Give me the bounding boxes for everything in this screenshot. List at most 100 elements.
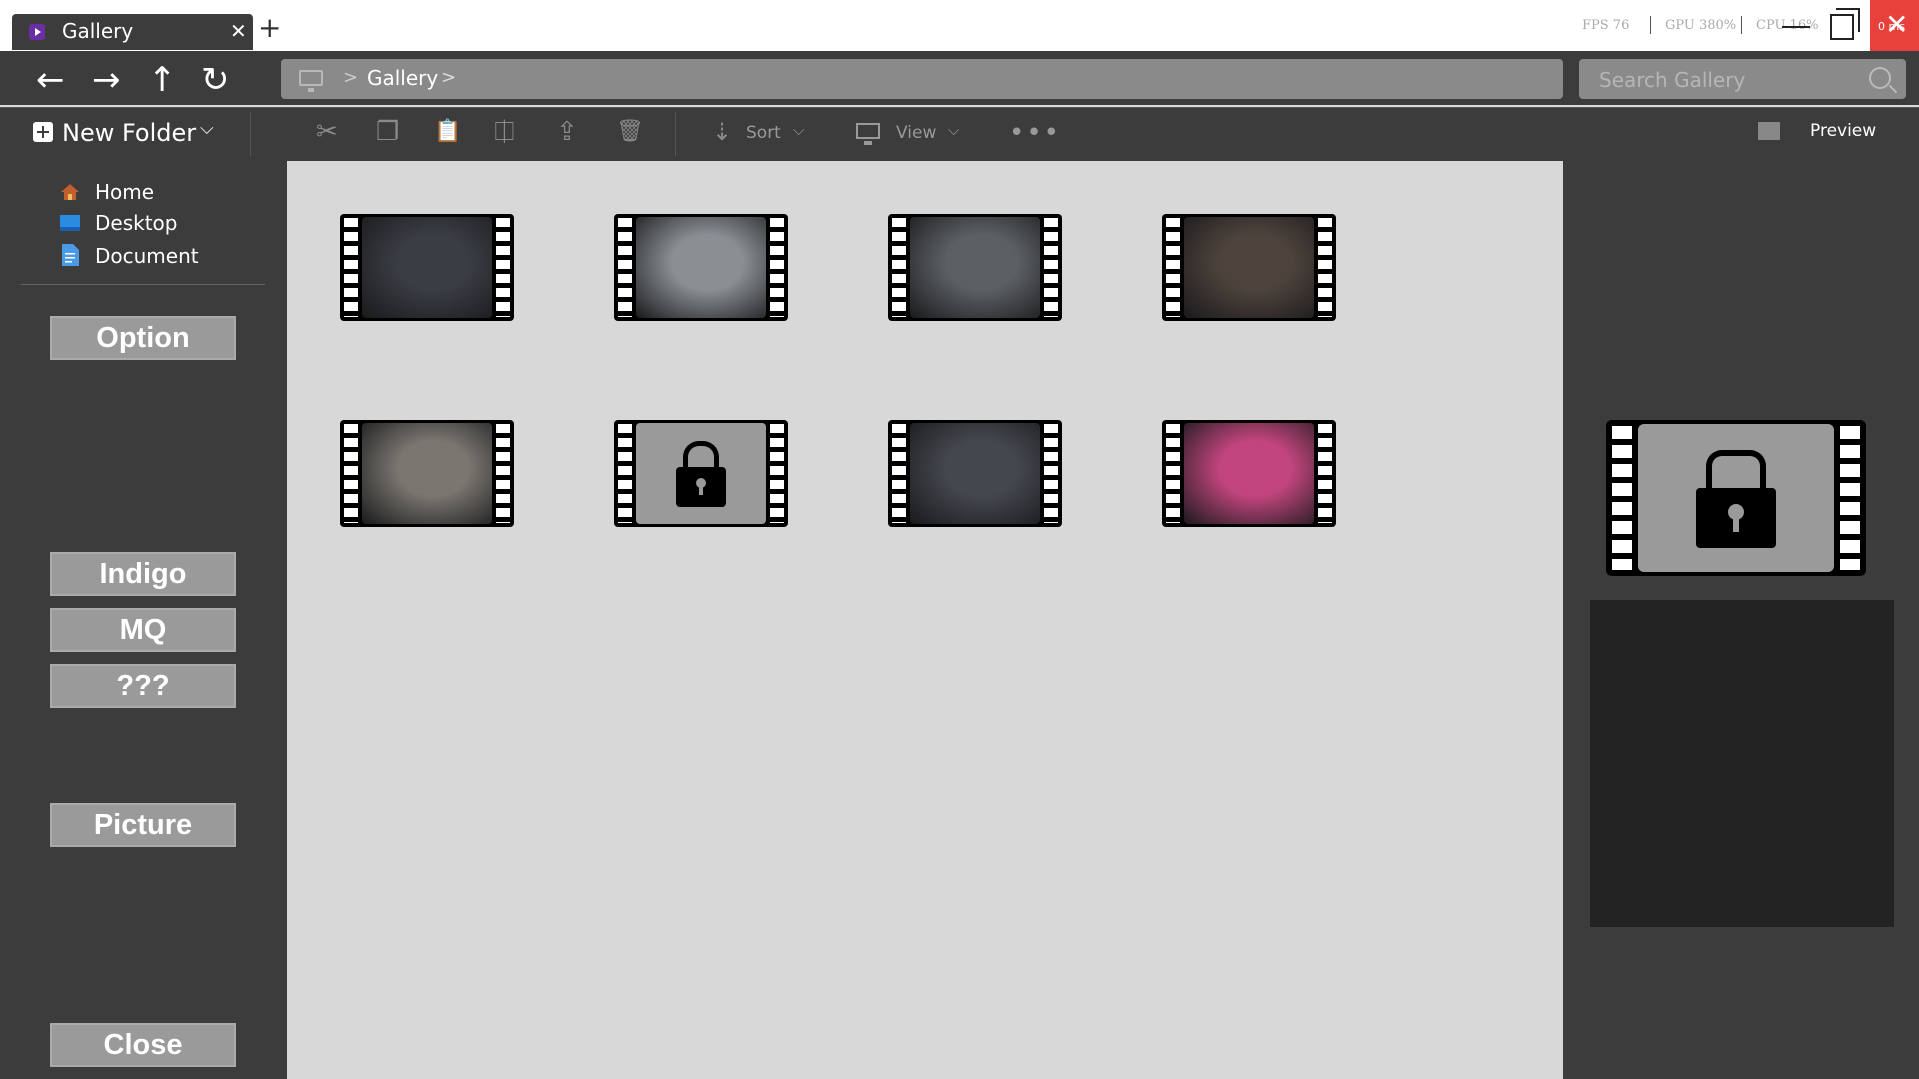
film-perforations [1044, 218, 1058, 317]
film-perforations [618, 424, 632, 523]
film-perforations [892, 218, 906, 317]
preview-thumbnail [1606, 420, 1866, 576]
lock-body [1696, 488, 1776, 548]
frame-time: 0 ms [1878, 20, 1905, 33]
breadcrumb[interactable]: > Gallery > [281, 59, 1563, 99]
gallery-thumbnail[interactable] [340, 420, 514, 527]
preview-image [1638, 424, 1834, 572]
more-options-icon[interactable]: ••• [1009, 118, 1061, 148]
close-button[interactable]: Close [50, 1023, 236, 1067]
search-box[interactable] [1579, 59, 1906, 99]
gallery-thumbnail[interactable] [1162, 420, 1336, 527]
film-perforations [496, 424, 510, 523]
up-button[interactable]: ↑ [148, 60, 177, 100]
toolbar-divider [250, 112, 251, 156]
option-button[interactable]: Option [50, 316, 236, 360]
title-bar [0, 0, 1919, 51]
thumbnail-image [910, 423, 1040, 524]
film-perforations [1166, 218, 1180, 317]
sort-icon[interactable]: ⇣ [712, 118, 732, 146]
chevron-down-icon[interactable]: ⌵ [200, 118, 214, 139]
picture-button[interactable]: Picture [50, 803, 236, 847]
toolbar-divider [675, 112, 676, 156]
chevron-down-icon[interactable]: ⌵ [793, 121, 804, 139]
film-perforations [1612, 426, 1632, 570]
film-perforations [1318, 218, 1332, 317]
gallery-thumbnail[interactable] [614, 214, 788, 321]
lock-body [676, 467, 726, 507]
breadcrumb-separator: > [441, 67, 457, 88]
thumbnail-image [362, 423, 492, 524]
sort-button[interactable]: Sort [746, 123, 781, 143]
monitor-icon[interactable] [856, 123, 880, 145]
delete-icon[interactable]: 🗑 [616, 118, 644, 146]
fps-counter: FPS 76 [1582, 18, 1630, 33]
toolbar [0, 107, 1919, 161]
thumbnail-image [362, 217, 492, 318]
cut-icon[interactable]: ✂ [316, 118, 338, 146]
film-perforations [1166, 424, 1180, 523]
film-perforations [1318, 424, 1332, 523]
preview-pane-icon[interactable] [1758, 122, 1780, 140]
rename-icon[interactable]: ⎅ [494, 118, 515, 146]
gallery-thumbnail[interactable] [1162, 214, 1336, 321]
tab-close-icon[interactable]: ✕ [230, 20, 247, 42]
stat-divider [1650, 16, 1651, 34]
forward-button[interactable]: → [92, 60, 121, 100]
tab-gallery[interactable]: Gallery ✕ [12, 14, 253, 50]
film-perforations [344, 424, 358, 523]
gallery-thumbnail[interactable] [340, 214, 514, 321]
preview-toggle[interactable]: Preview [1810, 121, 1876, 141]
plus-icon[interactable] [33, 122, 53, 142]
video-app-icon [29, 24, 45, 40]
thumbnail-image [1184, 217, 1314, 318]
breadcrumb-separator: > [343, 67, 359, 88]
indigo-button[interactable]: Indigo [50, 552, 236, 596]
new-tab-button[interactable]: + [258, 14, 281, 42]
thumbnail-image [1184, 423, 1314, 524]
back-button[interactable]: ← [36, 60, 65, 100]
preview-details-area [1590, 600, 1894, 927]
film-perforations [618, 218, 632, 317]
refresh-button[interactable]: ↻ [201, 60, 230, 100]
document-icon [60, 244, 80, 266]
thumbnail-image [910, 217, 1040, 318]
film-perforations [344, 218, 358, 317]
home-icon [60, 183, 80, 201]
sidebar-item-home[interactable]: Home [95, 180, 154, 204]
sidebar-item-desktop[interactable]: Desktop [95, 211, 177, 235]
thumbnail-image [636, 217, 766, 318]
locked-thumbnail-image [636, 423, 766, 524]
gpu-counter: GPU 380% [1665, 18, 1737, 33]
film-perforations [1840, 426, 1860, 570]
gallery-thumbnail[interactable] [888, 214, 1062, 321]
gallery-thumbnail[interactable] [614, 420, 788, 527]
keyhole-stem [1733, 514, 1739, 532]
sidebar-divider [21, 284, 265, 285]
share-icon[interactable]: ⇪ [556, 118, 578, 146]
stat-divider [1741, 16, 1742, 34]
minimize-button[interactable] [1782, 26, 1810, 28]
desktop-icon [60, 214, 80, 232]
monitor-icon[interactable] [299, 70, 323, 92]
unknown-button[interactable]: ??? [50, 664, 236, 708]
view-button[interactable]: View [896, 123, 936, 143]
breadcrumb-item-gallery[interactable]: Gallery [367, 66, 438, 90]
chevron-down-icon[interactable]: ⌵ [948, 121, 959, 139]
restore-button[interactable] [1830, 8, 1860, 40]
paste-icon[interactable]: 📋 [434, 118, 461, 146]
search-input[interactable] [1597, 66, 1861, 94]
film-perforations [892, 424, 906, 523]
keyhole-stem [699, 484, 703, 495]
film-perforations [770, 218, 784, 317]
copy-icon[interactable]: ❐ [376, 118, 399, 146]
film-perforations [496, 218, 510, 317]
mq-button[interactable]: MQ [50, 608, 236, 652]
film-perforations [1044, 424, 1058, 523]
sidebar-item-document[interactable]: Document [95, 244, 199, 268]
tab-title: Gallery [62, 19, 134, 43]
new-folder-button[interactable]: New Folder [62, 119, 196, 147]
search-icon[interactable] [1869, 67, 1891, 89]
gallery-thumbnail[interactable] [888, 420, 1062, 527]
film-perforations [770, 424, 784, 523]
